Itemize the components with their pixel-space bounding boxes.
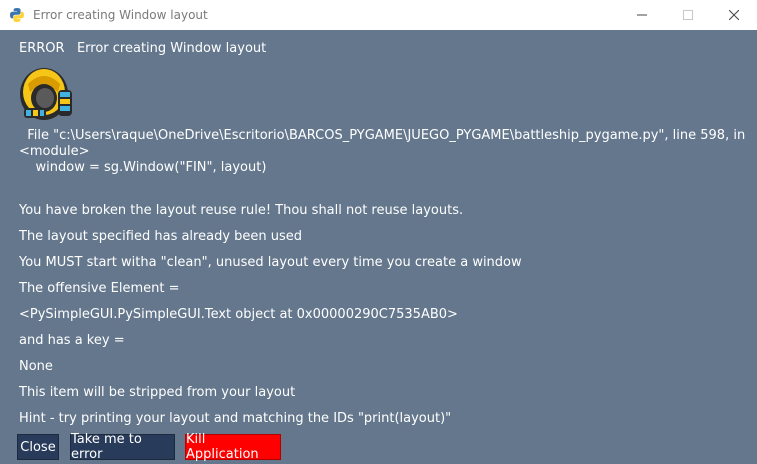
window-title: Error creating Window layout (33, 8, 208, 22)
message-line: <PySimpleGUI.PySimpleGUI.Text object at … (19, 307, 458, 322)
message-line: None (19, 359, 53, 374)
traceback-line-1: File "c:\Users\raque\OneDrive\Escritorio… (19, 128, 746, 143)
traceback-line-2: <module> (19, 144, 90, 159)
minimize-icon (637, 14, 647, 16)
close-icon (729, 10, 739, 20)
close-window-button[interactable] (711, 0, 757, 30)
message-line: You MUST start witha "clean", unused lay… (19, 255, 522, 270)
maximize-button[interactable] (665, 0, 711, 30)
message-line: You have broken the layout reuse rule! T… (19, 203, 464, 218)
message-line: and has a key = (19, 333, 125, 348)
close-button[interactable]: Close (17, 434, 59, 460)
message-line: The layout specified has already been us… (19, 229, 303, 244)
error-heading: ERROR Error creating Window layout (19, 41, 266, 57)
message-line: The offensive Element = (19, 281, 180, 296)
message-line: This item will be stripped from your lay… (19, 385, 296, 400)
minimize-button[interactable] (619, 0, 665, 30)
pysimplegui-mascot-icon (18, 64, 76, 122)
error-prefix: ERROR (19, 41, 65, 56)
error-message: Error creating Window layout (76, 41, 267, 56)
take-me-to-error-button[interactable]: Take me to error (70, 432, 175, 462)
maximize-icon (683, 10, 693, 20)
message-line: Hint - try printing your layout and matc… (19, 411, 452, 426)
title-bar[interactable]: Error creating Window layout (0, 0, 757, 30)
kill-application-button[interactable]: Kill Application (185, 432, 281, 462)
python-icon (9, 7, 25, 23)
error-window: Error creating Window layout ERROR Error… (0, 0, 757, 464)
traceback-line-3: window = sg.Window("FIN", layout) (19, 160, 267, 175)
error-content: ERROR Error creating Window layout File … (0, 30, 757, 464)
